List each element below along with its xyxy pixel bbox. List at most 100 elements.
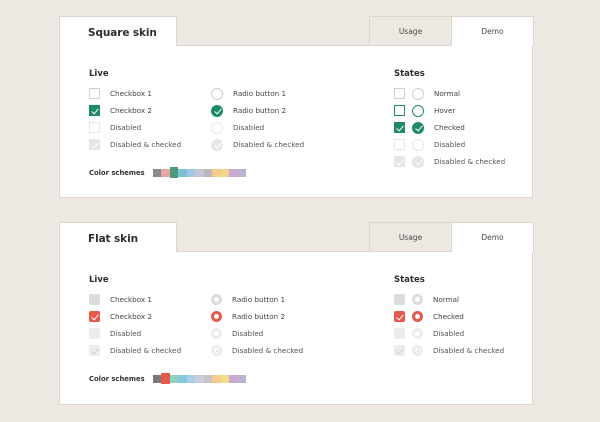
color-swatch[interactable] [237,374,247,383]
radio-disabled: Disabled [211,121,264,134]
tab-demo[interactable]: Demo [452,16,534,46]
radio-checked-icon[interactable] [211,104,223,117]
tab-demo[interactable]: Demo [452,222,534,252]
radio-disabled-checked-icon [211,345,222,356]
checkbox-checked-icon [394,122,405,133]
radio-button-2[interactable]: Radio button 2 [211,310,285,323]
radio-disabled-icon [211,121,223,134]
checkbox-icon[interactable] [89,88,100,99]
state-disabled-checked: Disabled & checked [394,344,504,357]
color-swatch[interactable] [220,374,230,383]
radio-checked-icon [412,121,424,134]
state-disabled: Disabled [394,327,464,340]
flat-skin-tabbar: Flat skin Usage Demo [59,222,534,252]
color-swatch[interactable] [169,167,179,178]
live-heading: Live [89,275,109,285]
radio-icon[interactable] [211,294,222,305]
color-schemes: Color schemes [89,373,247,384]
checkbox-checked-icon[interactable] [89,105,100,116]
color-swatch[interactable] [203,168,213,177]
checkbox-2[interactable]: Checkbox 2 [89,104,152,117]
radio-disabled-checked: Disabled & checked [211,138,304,151]
radio-button-1[interactable]: Radio button 1 [211,293,285,306]
color-swatch[interactable] [229,168,238,177]
states-heading: States [394,275,425,285]
radio-icon [412,294,423,305]
tab-usage[interactable]: Usage [369,222,452,252]
state-disabled-checked: Disabled & checked [394,155,505,168]
live-heading: Live [89,69,109,79]
radio-hover-icon [412,104,424,117]
color-swatch[interactable] [212,374,221,383]
color-schemes-label: Color schemes [89,168,145,177]
radio-disabled: Disabled [211,327,263,340]
color-swatch[interactable] [195,168,204,177]
flat-skin-title: Flat skin [59,222,177,252]
color-swatch[interactable] [169,374,179,383]
radio-button-2[interactable]: Radio button 2 [211,104,286,117]
color-swatch[interactable] [195,374,204,383]
checkbox-disabled-icon [89,328,100,339]
color-swatch[interactable] [203,374,213,383]
checkbox-disabled: Disabled [89,121,141,134]
square-skin-tabbar: Square skin Usage Demo [59,16,534,46]
state-normal: Normal [394,87,460,100]
checkbox-checked-icon [394,311,405,322]
checkbox-1[interactable]: Checkbox 1 [89,87,152,100]
color-swatch[interactable] [161,373,170,384]
state-normal: Normal [394,293,459,306]
state-checked: Checked [394,310,464,323]
swatch-row [152,167,247,178]
flat-skin-panel: Flat skin Usage Demo Live Checkbox 1 Che… [59,222,534,405]
checkbox-checked-icon[interactable] [89,311,100,322]
square-skin-panel: Square skin Usage Demo Live Checkbox 1 C… [59,16,534,198]
states-heading: States [394,69,425,79]
state-checked: Checked [394,121,465,134]
checkbox-disabled: Disabled [89,327,141,340]
checkbox-disabled-icon [394,328,405,339]
checkbox-hover-icon [394,105,405,116]
color-swatch[interactable] [220,168,230,177]
checkbox-disabled-checked: Disabled & checked [89,344,181,357]
checkbox-icon [394,294,405,305]
checkbox-disabled-checked-icon [394,345,405,356]
radio-disabled-checked-icon [211,138,223,151]
tab-usage[interactable]: Usage [369,16,452,46]
checkbox-disabled-icon [89,122,100,133]
checkbox-2[interactable]: Checkbox 2 [89,310,152,323]
checkbox-disabled-checked: Disabled & checked [89,138,181,151]
color-swatch[interactable] [212,168,221,177]
radio-disabled-icon [211,328,222,339]
square-skin-title: Square skin [59,16,177,46]
radio-checked-icon [412,311,423,322]
checkbox-disabled-checked-icon [89,345,100,356]
color-swatch[interactable] [229,374,238,383]
color-schemes: Color schemes [89,167,247,178]
checkbox-disabled-icon [394,139,405,150]
radio-disabled-checked-icon [412,345,423,356]
checkbox-disabled-checked-icon [89,139,100,150]
checkbox-disabled-checked-icon [394,156,405,167]
state-hover: Hover [394,104,455,117]
radio-icon [412,87,424,100]
checkbox-icon [394,88,405,99]
color-swatch[interactable] [178,374,187,383]
color-swatch[interactable] [186,374,196,383]
radio-button-1[interactable]: Radio button 1 [211,87,286,100]
radio-icon[interactable] [211,87,223,100]
radio-disabled-icon [412,138,424,151]
swatch-row [152,373,247,384]
checkbox-1[interactable]: Checkbox 1 [89,293,152,306]
radio-disabled-icon [412,328,423,339]
checkbox-icon[interactable] [89,294,100,305]
color-swatch[interactable] [186,168,196,177]
color-swatch[interactable] [152,374,162,383]
color-schemes-label: Color schemes [89,374,145,383]
color-swatch[interactable] [161,168,170,177]
radio-disabled-checked: Disabled & checked [211,344,303,357]
color-swatch[interactable] [178,168,187,177]
radio-checked-icon[interactable] [211,311,222,322]
color-swatch[interactable] [237,168,247,177]
color-swatch[interactable] [152,168,162,177]
state-disabled: Disabled [394,138,465,151]
